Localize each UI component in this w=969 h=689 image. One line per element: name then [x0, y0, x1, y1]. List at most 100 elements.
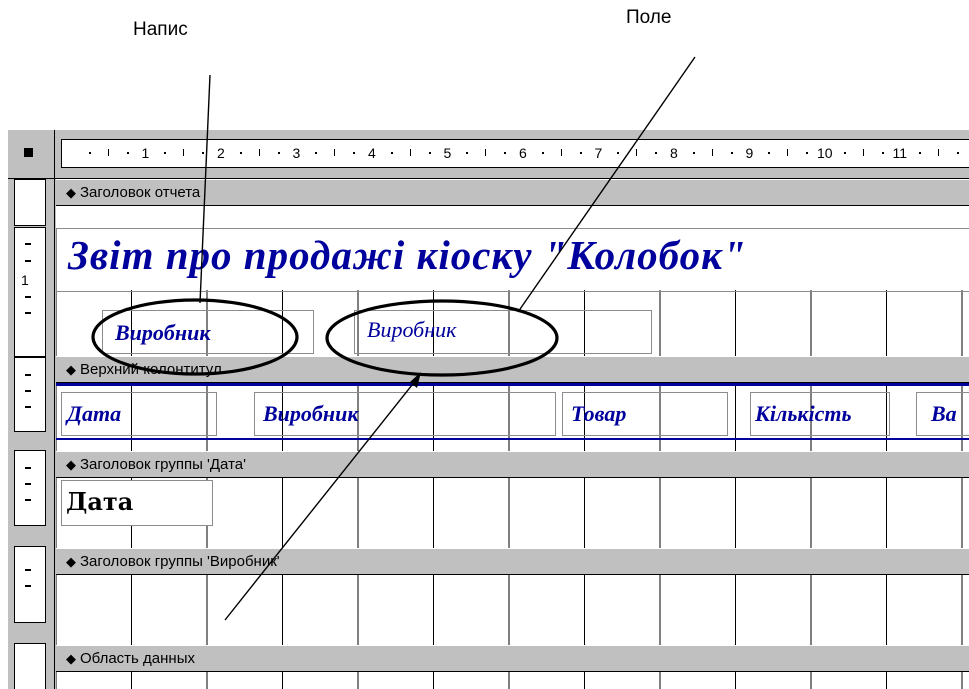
report-title-label[interactable]: Звіт про продажі кіоску "Колобок" — [56, 228, 969, 292]
section-bar-page-header[interactable]: ◆ Верхний колонтитул — [56, 356, 969, 383]
ruler-tick — [504, 152, 507, 154]
ruler-tick — [938, 149, 940, 156]
ruler-tick — [164, 152, 167, 154]
ruler-tick — [390, 152, 393, 154]
vruler-mark — [25, 406, 31, 408]
section-bar-detail[interactable]: ◆ Область данных — [56, 645, 969, 672]
vruler-segment — [14, 450, 46, 526]
ruler-tick — [126, 152, 129, 154]
column-header-quantity[interactable]: Кількість — [750, 392, 890, 436]
ruler-tick — [843, 152, 846, 154]
vruler-mark — [25, 243, 31, 245]
producer-field-control[interactable]: Виробник — [354, 310, 652, 354]
ruler-number: 3 — [292, 145, 301, 161]
vruler-segment — [14, 546, 46, 623]
ruler-number: 10 — [817, 145, 833, 161]
ruler-tick — [787, 149, 789, 156]
section-title: Заголовок группы 'Виробник' — [80, 553, 280, 570]
section-arrow-icon: ◆ — [66, 457, 76, 472]
vruler-segment — [14, 643, 46, 689]
column-header-text: Товар — [571, 401, 627, 426]
column-header-product[interactable]: Товар — [562, 392, 728, 436]
vruler-segment — [14, 357, 46, 432]
ruler-number: 9 — [745, 145, 754, 161]
page-header-section[interactable]: Дата Виробник Товар Кількість Ва — [56, 383, 969, 451]
vruler-number: 1 — [21, 272, 29, 288]
section-title: Область данных — [80, 650, 195, 667]
report-header-section[interactable]: Звіт про продажі кіоску "Колобок" Виробн… — [56, 206, 969, 356]
vruler-mark — [25, 467, 31, 469]
vruler-mark — [25, 585, 31, 587]
field-callout-text: Поле — [626, 7, 672, 28]
ruler-tick — [183, 149, 185, 156]
horizontal-ruler[interactable]: 1 2 3 4 5 6 7 8 9 10 11 — [55, 130, 969, 179]
producer-label-control[interactable]: Виробник — [102, 310, 314, 354]
ruler-number: 11 — [892, 145, 908, 161]
ruler-number: 6 — [519, 145, 527, 161]
section-bar-report-header[interactable]: ◆ Заголовок отчета — [56, 179, 969, 206]
ruler-tick — [315, 152, 318, 154]
date-group-field-text: Дата — [66, 487, 134, 516]
ruler-tick — [636, 149, 638, 156]
column-header-text: Виробник — [263, 401, 359, 426]
column-header-producer[interactable]: Виробник — [254, 392, 556, 436]
ruler-tick — [277, 152, 280, 154]
ruler-tick — [485, 149, 487, 156]
ruler-tick — [711, 149, 713, 156]
ruler-number: 8 — [670, 145, 678, 161]
square-icon — [24, 148, 33, 157]
vruler-mark — [25, 374, 31, 376]
ruler-number: 5 — [443, 145, 452, 161]
ruler-number: 1 — [141, 145, 150, 161]
ruler-number: 7 — [594, 145, 603, 161]
ruler-tick — [541, 152, 544, 154]
vruler-segment — [14, 179, 46, 226]
page-header-bottom-line — [56, 438, 969, 440]
ruler-tick — [957, 152, 960, 154]
ruler-tick — [881, 152, 884, 154]
vruler-mark — [25, 569, 31, 571]
date-group-field[interactable]: Дата — [61, 480, 213, 526]
vruler-mark — [25, 483, 31, 485]
report-title-text: Звіт про продажі кіоску "Колобок" — [68, 232, 747, 278]
ruler-tick — [428, 152, 431, 154]
vruler-mark — [25, 390, 31, 392]
ruler-tick — [239, 152, 242, 154]
ruler-corner-select-button[interactable] — [8, 130, 55, 179]
producer-field-text: Виробник — [367, 317, 457, 342]
section-title: Верхний колонтитул — [80, 361, 222, 378]
group-producer-section[interactable] — [56, 575, 969, 645]
section-title: Заголовок группы 'Дата' — [80, 456, 246, 473]
section-bar-group-producer[interactable]: ◆ Заголовок группы 'Виробник' — [56, 548, 969, 575]
ruler-tick — [919, 152, 922, 154]
page-header-top-line — [56, 383, 969, 386]
vruler-segment: 1 — [14, 227, 46, 357]
ruler-tick — [560, 149, 562, 156]
column-header-value[interactable]: Ва — [916, 392, 969, 436]
ruler-tick — [409, 149, 411, 156]
ruler-tick — [730, 152, 733, 154]
column-header-date[interactable]: Дата — [61, 392, 217, 436]
section-arrow-icon: ◆ — [66, 554, 76, 569]
detail-section[interactable] — [56, 672, 969, 689]
ruler-tick — [617, 152, 620, 154]
section-arrow-icon: ◆ — [66, 185, 76, 200]
ruler-tick — [768, 152, 771, 154]
ruler-number: 4 — [368, 145, 376, 161]
group-date-section[interactable]: Дата — [56, 478, 969, 548]
report-design-canvas: ◆ Заголовок отчета Звіт про продажі кіоск… — [56, 179, 969, 689]
ruler-tick — [202, 152, 205, 154]
vertical-ruler[interactable]: 1 — [8, 179, 55, 689]
label-callout-text: Напис — [133, 19, 188, 40]
ruler-tick — [579, 152, 582, 154]
ruler-tick — [806, 152, 809, 154]
vruler-mark — [25, 260, 31, 262]
ruler-tick — [258, 149, 260, 156]
report-designer-window: 1 2 3 4 5 6 7 8 9 10 11 1 ◆ Заголовок отч — [8, 130, 969, 689]
design-grid — [56, 575, 969, 645]
ruler-track: 1 2 3 4 5 6 7 8 9 10 11 — [61, 139, 969, 168]
ruler-tick — [692, 152, 695, 154]
section-bar-group-date[interactable]: ◆ Заголовок группы 'Дата' — [56, 451, 969, 478]
vruler-mark — [25, 499, 31, 501]
ruler-tick — [88, 152, 91, 154]
